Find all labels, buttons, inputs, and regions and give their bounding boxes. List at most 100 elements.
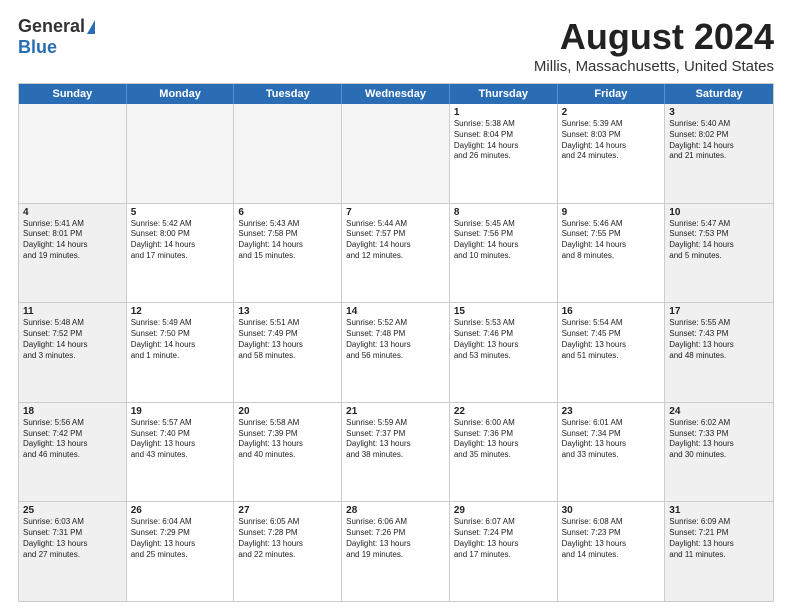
- day-number: 18: [23, 406, 122, 417]
- calendar-title: August 2024: [534, 16, 774, 58]
- cell-info: Sunrise: 6:03 AM Sunset: 7:31 PM Dayligh…: [23, 517, 122, 560]
- calendar-day-20: 20Sunrise: 5:58 AM Sunset: 7:39 PM Dayli…: [234, 403, 342, 502]
- day-number: 7: [346, 207, 445, 218]
- cell-info: Sunrise: 5:44 AM Sunset: 7:57 PM Dayligh…: [346, 219, 445, 262]
- calendar-day-23: 23Sunrise: 6:01 AM Sunset: 7:34 PM Dayli…: [558, 403, 666, 502]
- calendar-empty-cell: [234, 104, 342, 203]
- cell-info: Sunrise: 6:09 AM Sunset: 7:21 PM Dayligh…: [669, 517, 769, 560]
- calendar-row-2: 4Sunrise: 5:41 AM Sunset: 8:01 PM Daylig…: [19, 204, 773, 304]
- day-number: 13: [238, 306, 337, 317]
- calendar-day-15: 15Sunrise: 5:53 AM Sunset: 7:46 PM Dayli…: [450, 303, 558, 402]
- header-day-friday: Friday: [558, 84, 666, 104]
- calendar-day-30: 30Sunrise: 6:08 AM Sunset: 7:23 PM Dayli…: [558, 502, 666, 601]
- cell-info: Sunrise: 5:39 AM Sunset: 8:03 PM Dayligh…: [562, 119, 661, 162]
- cell-info: Sunrise: 5:57 AM Sunset: 7:40 PM Dayligh…: [131, 418, 230, 461]
- day-number: 19: [131, 406, 230, 417]
- day-number: 1: [454, 107, 553, 118]
- calendar-body: 1Sunrise: 5:38 AM Sunset: 8:04 PM Daylig…: [19, 104, 773, 601]
- cell-info: Sunrise: 5:58 AM Sunset: 7:39 PM Dayligh…: [238, 418, 337, 461]
- cell-info: Sunrise: 6:00 AM Sunset: 7:36 PM Dayligh…: [454, 418, 553, 461]
- calendar-day-7: 7Sunrise: 5:44 AM Sunset: 7:57 PM Daylig…: [342, 204, 450, 303]
- day-number: 28: [346, 505, 445, 516]
- calendar-row-3: 11Sunrise: 5:48 AM Sunset: 7:52 PM Dayli…: [19, 303, 773, 403]
- calendar-day-17: 17Sunrise: 5:55 AM Sunset: 7:43 PM Dayli…: [665, 303, 773, 402]
- day-number: 21: [346, 406, 445, 417]
- cell-info: Sunrise: 6:06 AM Sunset: 7:26 PM Dayligh…: [346, 517, 445, 560]
- calendar-day-2: 2Sunrise: 5:39 AM Sunset: 8:03 PM Daylig…: [558, 104, 666, 203]
- header-day-wednesday: Wednesday: [342, 84, 450, 104]
- header-day-tuesday: Tuesday: [234, 84, 342, 104]
- day-number: 25: [23, 505, 122, 516]
- header-day-sunday: Sunday: [19, 84, 127, 104]
- cell-info: Sunrise: 5:48 AM Sunset: 7:52 PM Dayligh…: [23, 318, 122, 361]
- cell-info: Sunrise: 6:04 AM Sunset: 7:29 PM Dayligh…: [131, 517, 230, 560]
- cell-info: Sunrise: 5:45 AM Sunset: 7:56 PM Dayligh…: [454, 219, 553, 262]
- calendar-day-28: 28Sunrise: 6:06 AM Sunset: 7:26 PM Dayli…: [342, 502, 450, 601]
- cell-info: Sunrise: 6:08 AM Sunset: 7:23 PM Dayligh…: [562, 517, 661, 560]
- page: General Blue August 2024 Millis, Massach…: [0, 0, 792, 612]
- day-number: 10: [669, 207, 769, 218]
- cell-info: Sunrise: 5:46 AM Sunset: 7:55 PM Dayligh…: [562, 219, 661, 262]
- calendar-day-29: 29Sunrise: 6:07 AM Sunset: 7:24 PM Dayli…: [450, 502, 558, 601]
- calendar-day-31: 31Sunrise: 6:09 AM Sunset: 7:21 PM Dayli…: [665, 502, 773, 601]
- calendar-day-18: 18Sunrise: 5:56 AM Sunset: 7:42 PM Dayli…: [19, 403, 127, 502]
- cell-info: Sunrise: 5:52 AM Sunset: 7:48 PM Dayligh…: [346, 318, 445, 361]
- logo: General Blue: [18, 16, 95, 58]
- day-number: 6: [238, 207, 337, 218]
- day-number: 26: [131, 505, 230, 516]
- calendar-day-10: 10Sunrise: 5:47 AM Sunset: 7:53 PM Dayli…: [665, 204, 773, 303]
- calendar-day-11: 11Sunrise: 5:48 AM Sunset: 7:52 PM Dayli…: [19, 303, 127, 402]
- cell-info: Sunrise: 5:41 AM Sunset: 8:01 PM Dayligh…: [23, 219, 122, 262]
- day-number: 14: [346, 306, 445, 317]
- calendar-row-5: 25Sunrise: 6:03 AM Sunset: 7:31 PM Dayli…: [19, 502, 773, 601]
- cell-info: Sunrise: 6:07 AM Sunset: 7:24 PM Dayligh…: [454, 517, 553, 560]
- cell-info: Sunrise: 5:59 AM Sunset: 7:37 PM Dayligh…: [346, 418, 445, 461]
- day-number: 15: [454, 306, 553, 317]
- title-block: August 2024 Millis, Massachusetts, Unite…: [534, 16, 774, 75]
- calendar-day-26: 26Sunrise: 6:04 AM Sunset: 7:29 PM Dayli…: [127, 502, 235, 601]
- cell-info: Sunrise: 6:05 AM Sunset: 7:28 PM Dayligh…: [238, 517, 337, 560]
- calendar-empty-cell: [342, 104, 450, 203]
- calendar-day-9: 9Sunrise: 5:46 AM Sunset: 7:55 PM Daylig…: [558, 204, 666, 303]
- cell-info: Sunrise: 5:49 AM Sunset: 7:50 PM Dayligh…: [131, 318, 230, 361]
- day-number: 12: [131, 306, 230, 317]
- calendar-day-6: 6Sunrise: 5:43 AM Sunset: 7:58 PM Daylig…: [234, 204, 342, 303]
- day-number: 3: [669, 107, 769, 118]
- logo-blue-text: Blue: [18, 37, 57, 58]
- day-number: 23: [562, 406, 661, 417]
- header-day-thursday: Thursday: [450, 84, 558, 104]
- calendar-day-27: 27Sunrise: 6:05 AM Sunset: 7:28 PM Dayli…: [234, 502, 342, 601]
- header-day-monday: Monday: [127, 84, 235, 104]
- cell-info: Sunrise: 5:42 AM Sunset: 8:00 PM Dayligh…: [131, 219, 230, 262]
- day-number: 24: [669, 406, 769, 417]
- day-number: 2: [562, 107, 661, 118]
- calendar-day-5: 5Sunrise: 5:42 AM Sunset: 8:00 PM Daylig…: [127, 204, 235, 303]
- calendar-day-4: 4Sunrise: 5:41 AM Sunset: 8:01 PM Daylig…: [19, 204, 127, 303]
- calendar-subtitle: Millis, Massachusetts, United States: [534, 58, 774, 75]
- calendar-day-19: 19Sunrise: 5:57 AM Sunset: 7:40 PM Dayli…: [127, 403, 235, 502]
- header-day-saturday: Saturday: [665, 84, 773, 104]
- calendar-day-24: 24Sunrise: 6:02 AM Sunset: 7:33 PM Dayli…: [665, 403, 773, 502]
- day-number: 5: [131, 207, 230, 218]
- logo-triangle-icon: [87, 20, 95, 34]
- calendar-day-14: 14Sunrise: 5:52 AM Sunset: 7:48 PM Dayli…: [342, 303, 450, 402]
- cell-info: Sunrise: 5:55 AM Sunset: 7:43 PM Dayligh…: [669, 318, 769, 361]
- day-number: 29: [454, 505, 553, 516]
- calendar-day-3: 3Sunrise: 5:40 AM Sunset: 8:02 PM Daylig…: [665, 104, 773, 203]
- day-number: 4: [23, 207, 122, 218]
- calendar-day-21: 21Sunrise: 5:59 AM Sunset: 7:37 PM Dayli…: [342, 403, 450, 502]
- cell-info: Sunrise: 5:47 AM Sunset: 7:53 PM Dayligh…: [669, 219, 769, 262]
- calendar-day-25: 25Sunrise: 6:03 AM Sunset: 7:31 PM Dayli…: [19, 502, 127, 601]
- cell-info: Sunrise: 5:38 AM Sunset: 8:04 PM Dayligh…: [454, 119, 553, 162]
- day-number: 30: [562, 505, 661, 516]
- calendar-day-8: 8Sunrise: 5:45 AM Sunset: 7:56 PM Daylig…: [450, 204, 558, 303]
- cell-info: Sunrise: 5:53 AM Sunset: 7:46 PM Dayligh…: [454, 318, 553, 361]
- calendar-day-22: 22Sunrise: 6:00 AM Sunset: 7:36 PM Dayli…: [450, 403, 558, 502]
- calendar-empty-cell: [19, 104, 127, 203]
- day-number: 31: [669, 505, 769, 516]
- calendar-day-12: 12Sunrise: 5:49 AM Sunset: 7:50 PM Dayli…: [127, 303, 235, 402]
- calendar-row-1: 1Sunrise: 5:38 AM Sunset: 8:04 PM Daylig…: [19, 104, 773, 204]
- calendar-empty-cell: [127, 104, 235, 203]
- cell-info: Sunrise: 5:40 AM Sunset: 8:02 PM Dayligh…: [669, 119, 769, 162]
- cell-info: Sunrise: 5:51 AM Sunset: 7:49 PM Dayligh…: [238, 318, 337, 361]
